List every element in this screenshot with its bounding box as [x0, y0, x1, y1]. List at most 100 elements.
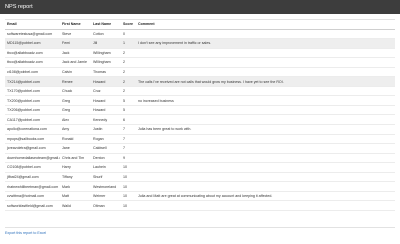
cell-first-name: Matt [60, 191, 91, 202]
cell-last-name: Jill [91, 38, 121, 49]
cell-email: jlfbat24@gmail.com [5, 172, 60, 183]
table-row[interactable]: cvwittma@hotmail.com Matt Weimer 10 Julia an… [5, 191, 395, 202]
cell-last-name: Kennedy [91, 114, 121, 125]
table-row[interactable]: mpops@sailbooks.com Ronald Rogan 7 [5, 134, 395, 145]
table-row[interactable]: CO108@pobbel.com Harry Lauhein 10 [5, 162, 395, 173]
nps-report-table-container: Email First Name Last Name Score Comment… [5, 19, 395, 211]
cell-score: 2 [121, 57, 136, 68]
table-row[interactable]: softwaretestusa@gmail.com Steve Cotton 0 [5, 29, 395, 40]
cell-first-name: Amy [60, 124, 91, 135]
cell-score: 7 [121, 124, 136, 135]
table-row[interactable]: tbco@allabboadz.com Jack Willingham 2 [5, 48, 395, 59]
table-body: softwaretestusa@gmail.com Steve Cotton 0 MD1… [5, 29, 395, 211]
cell-score: 7 [121, 143, 136, 154]
cell-last-name: Westmoreland [91, 181, 121, 192]
column-header-last-name[interactable]: Last Name [91, 20, 121, 30]
cell-last-name: Lauhein [91, 162, 121, 173]
cell-score: 7 [121, 134, 136, 145]
cell-email: downhomedallaseoteam@gmail.com [5, 153, 60, 164]
cell-score: 10 [121, 191, 136, 202]
cell-first-name: Jack [60, 48, 91, 59]
cell-comment [136, 105, 395, 116]
window-title: NPS report [5, 4, 33, 10]
cell-first-name: Greg [60, 95, 91, 106]
table-row[interactable]: downhomedallaseoteam@gmail.comChris and … [5, 153, 395, 164]
table-row[interactable]: jlfbat24@gmail.com Tiffany Shurif 10 [5, 172, 395, 183]
export-to-excel-link[interactable]: Export this report to Excel [5, 231, 46, 235]
table-row[interactable]: jcreavoletra@gmail.com Jane Caldwell 7 [5, 143, 395, 154]
column-header-first-name[interactable]: First Name [60, 20, 91, 30]
cell-last-name: Howard [91, 76, 121, 87]
table-row[interactable]: TX214@pobbel.com Renee Howard 2 The calls I'… [5, 76, 395, 87]
cell-email: CO108@pobbel.com [5, 162, 60, 173]
cell-first-name: Jane [60, 143, 91, 154]
cell-email: TX200@pobbel.com [5, 95, 60, 106]
cell-first-name: Chuck [60, 86, 91, 97]
column-header-comment[interactable]: Comment [136, 20, 395, 30]
cell-comment [136, 48, 395, 59]
cell-email: CA117@pobbel.com [5, 114, 60, 125]
cell-comment [136, 143, 395, 154]
cell-comment [136, 86, 395, 97]
cell-score: 10 [121, 162, 136, 173]
cell-score: 2 [121, 76, 136, 87]
cell-comment [136, 114, 395, 125]
cell-first-name: Ronald [60, 134, 91, 145]
table-row[interactable]: ct108@pobbel.com Calvin Thomas 2 [5, 67, 395, 78]
cell-score: 2 [121, 67, 136, 78]
cell-first-name: Steve [60, 29, 91, 40]
cell-score: 9 [121, 153, 136, 164]
cell-email: ct108@pobbel.com [5, 67, 60, 78]
nps-report-table: Email First Name Last Name Score Comment… [5, 20, 395, 211]
table-row[interactable]: softworkfastfield@gmail.com Walid Oltman 10 [5, 200, 395, 211]
cell-comment [136, 181, 395, 192]
footer-divider [5, 227, 395, 228]
cell-comment: The calls I've received are not calls th… [136, 76, 395, 87]
cell-comment: Julia has been great to work with. [136, 124, 395, 135]
cell-email: TX206@pobbel.com [5, 105, 60, 116]
cell-score: 10 [121, 172, 136, 183]
table-row[interactable]: TX170@pobbel.com Chuck Cruz 2 [5, 86, 395, 97]
cell-comment: Julia and Matt are great at communicatin… [136, 191, 395, 202]
cell-email: rhatnewhillbeetman@gmail.com [5, 181, 60, 192]
cell-score: 1 [121, 38, 136, 49]
cell-email: mpops@sailbooks.com [5, 134, 60, 145]
cell-last-name: Rogan [91, 134, 121, 145]
table-row[interactable]: tbco@allabboadz.com Jack and Jamie Willing… [5, 57, 395, 68]
cell-first-name: Calvin [60, 67, 91, 78]
cell-last-name: Justin [91, 124, 121, 135]
cell-comment: I don't see any improvement in traffic o… [136, 38, 395, 49]
table-row[interactable]: TX206@pobbel.com Greg Howard 5 [5, 105, 395, 116]
cell-email: jcreavoletra@gmail.com [5, 143, 60, 154]
cell-first-name: Mark [60, 181, 91, 192]
cell-comment: no increased business [136, 95, 395, 106]
table-row[interactable]: rhatnewhillbeetman@gmail.com Mark Westmore… [5, 181, 395, 192]
cell-first-name: Walid [60, 200, 91, 211]
table-row[interactable]: TX200@pobbel.com Greg Howard 5 no increased … [5, 95, 395, 106]
table-row[interactable]: apollo@corenationa.com Amy Justin 7 Julia ha… [5, 124, 395, 135]
cell-score: 5 [121, 95, 136, 106]
column-header-email[interactable]: Email [5, 20, 60, 30]
cell-first-name: Chris and Tim [60, 153, 91, 164]
cell-last-name: Caldwell [91, 143, 121, 154]
cell-score: 10 [121, 181, 136, 192]
cell-score: 10 [121, 200, 136, 211]
cell-email: TX170@pobbel.com [5, 86, 60, 97]
table-row[interactable]: MD115@pobbel.com Femi Jill 1 I don't see any… [5, 38, 395, 49]
cell-first-name: Jack and Jamie [60, 57, 91, 68]
cell-score: 5 [121, 105, 136, 116]
column-header-score[interactable]: Score [121, 20, 136, 30]
cell-email: tbco@allabboadz.com [5, 57, 60, 68]
cell-last-name: Willingham [91, 57, 121, 68]
cell-first-name: Harry [60, 162, 91, 173]
cell-last-name: Cruz [91, 86, 121, 97]
cell-last-name: Oltman [91, 200, 121, 211]
cell-email: TX214@pobbel.com [5, 76, 60, 87]
cell-score: 0 [121, 29, 136, 40]
cell-first-name: Renee [60, 76, 91, 87]
table-row[interactable]: CA117@pobbel.com Alex Kennedy 6 [5, 114, 395, 125]
cell-email: apollo@corenationa.com [5, 124, 60, 135]
cell-comment [136, 200, 395, 211]
cell-last-name: Denton [91, 153, 121, 164]
cell-comment [136, 153, 395, 164]
